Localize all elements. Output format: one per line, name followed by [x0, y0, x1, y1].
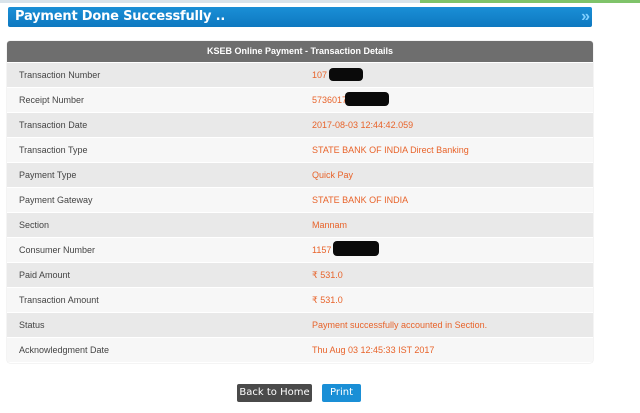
row-status: Status Payment successfully accounted in…	[7, 312, 593, 337]
banner-title: Payment Done Successfully ..	[15, 9, 226, 24]
back-to-home-button[interactable]: Back to Home	[237, 384, 312, 402]
row-label: Status	[19, 320, 45, 330]
row-value: ₹ 531.0	[312, 295, 343, 305]
row-section: Section Mannam	[7, 212, 593, 237]
row-consumer-number: Consumer Number 1157	[7, 237, 593, 262]
row-value: Quick Pay	[312, 170, 354, 180]
redaction-mark	[329, 68, 363, 81]
row-label: Payment Gateway	[19, 195, 93, 205]
row-value: ₹ 531.0	[312, 270, 343, 280]
row-paid-amount: Paid Amount ₹ 531.0	[7, 262, 593, 287]
row-label: Transaction Date	[19, 120, 88, 130]
row-transaction-number: Transaction Number 107	[7, 62, 593, 87]
panel-header: KSEB Online Payment - Transaction Detail…	[7, 41, 593, 62]
row-label: Receipt Number	[19, 95, 85, 105]
row-label: Transaction Type	[19, 145, 88, 155]
row-label: Transaction Amount	[19, 295, 99, 305]
row-label: Paid Amount	[19, 270, 71, 280]
row-value: Mannam	[312, 220, 348, 230]
row-receipt-number: Receipt Number 57360170	[7, 87, 593, 112]
row-value: 107	[312, 70, 328, 80]
row-payment-gateway: Payment Gateway STATE BANK OF INDIA	[7, 187, 593, 212]
top-border-accent	[420, 0, 640, 3]
row-value: STATE BANK OF INDIA	[312, 195, 409, 205]
success-banner: Payment Done Successfully .. »	[8, 7, 592, 27]
print-button[interactable]: Print	[322, 384, 361, 402]
row-label: Consumer Number	[19, 245, 96, 255]
row-label: Payment Type	[19, 170, 77, 180]
row-transaction-type: Transaction Type STATE BANK OF INDIA Dir…	[7, 137, 593, 162]
top-border-strip	[0, 0, 640, 3]
details-table: Transaction Number 107 Receipt Number 57…	[7, 62, 593, 362]
row-transaction-amount: Transaction Amount ₹ 531.0	[7, 287, 593, 312]
row-acknowledgment-date: Acknowledgment Date Thu Aug 03 12:45:33 …	[7, 337, 593, 362]
redaction-mark	[345, 92, 389, 106]
row-transaction-date: Transaction Date 2017-08-03 12:44:42.059	[7, 112, 593, 137]
double-chevron-right-icon: »	[581, 8, 590, 25]
transaction-details-panel: KSEB Online Payment - Transaction Detail…	[7, 41, 593, 363]
row-value: 2017-08-03 12:44:42.059	[312, 120, 414, 130]
row-label: Transaction Number	[19, 70, 101, 80]
row-value: STATE BANK OF INDIA Direct Banking	[312, 145, 469, 155]
row-value: Payment successfully accounted in Sectio…	[312, 320, 488, 330]
redaction-mark	[333, 241, 379, 256]
row-label: Section	[19, 220, 50, 230]
row-payment-type: Payment Type Quick Pay	[7, 162, 593, 187]
row-value: Thu Aug 03 12:45:33 IST 2017	[312, 345, 435, 355]
row-value: 1157	[312, 245, 332, 255]
row-label: Acknowledgment Date	[19, 345, 110, 355]
